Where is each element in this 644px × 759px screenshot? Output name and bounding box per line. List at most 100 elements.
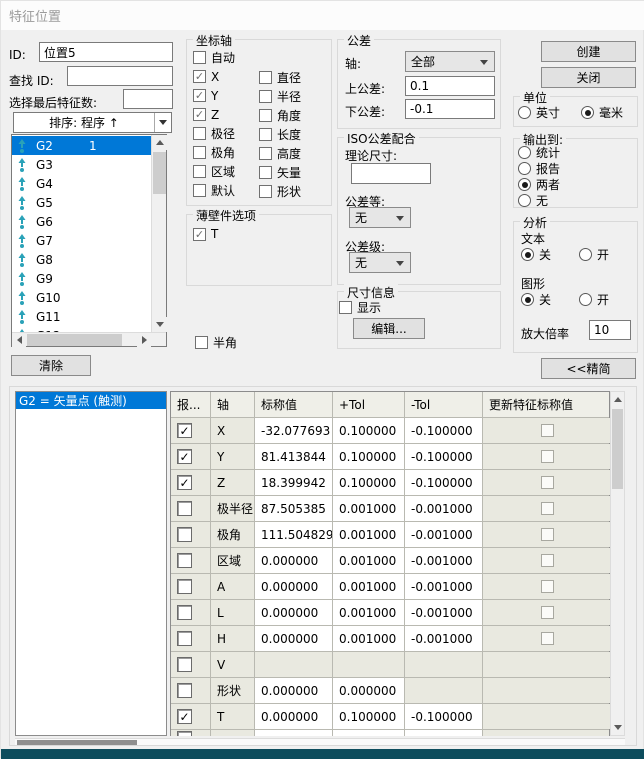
axis-checkbox[interactable]: 矢量: [259, 163, 301, 182]
plus-tol-cell[interactable]: 0.100000: [333, 470, 405, 495]
radio-graph-on[interactable]: 开: [579, 291, 609, 308]
feature-list-item[interactable]: G21: [12, 136, 151, 155]
update-checkbox[interactable]: [541, 632, 554, 645]
update-checkbox[interactable]: [541, 424, 554, 437]
plus-tol-cell[interactable]: 0.001000: [333, 574, 405, 599]
tolerance-axis-select[interactable]: 全部: [405, 51, 495, 72]
table-hscrollbar[interactable]: [15, 738, 625, 745]
feature-list-item[interactable]: G8: [12, 250, 151, 269]
report-checkbox-cell[interactable]: [171, 600, 211, 625]
axis-checkbox[interactable]: 直径: [259, 68, 301, 87]
id-input[interactable]: [39, 42, 173, 62]
report-checkbox-cell[interactable]: [171, 678, 211, 703]
report-checkbox-cell[interactable]: [171, 574, 211, 599]
plus-tol-cell[interactable]: 0.100000: [333, 444, 405, 469]
radio-stats[interactable]: 统计: [518, 144, 560, 161]
minus-tol-cell[interactable]: -0.001000: [405, 522, 483, 547]
axis-checkbox[interactable]: 极径: [193, 124, 235, 143]
feature-list-item[interactable]: G9: [12, 269, 151, 288]
minus-tol-cell[interactable]: -0.100000: [405, 444, 483, 469]
report-checkbox-cell[interactable]: [171, 470, 211, 495]
update-nominal-cell[interactable]: [483, 626, 611, 651]
radio-text-off[interactable]: 关: [521, 246, 551, 263]
update-checkbox[interactable]: [541, 502, 554, 515]
close-button[interactable]: 关闭: [541, 67, 636, 88]
update-nominal-cell[interactable]: [483, 600, 611, 625]
nominal-cell[interactable]: 0.000000: [255, 704, 333, 729]
feature-list-vscrollbar[interactable]: [151, 135, 166, 332]
axis-checkbox[interactable]: 极角: [193, 143, 235, 162]
chevron-down-icon[interactable]: [155, 120, 171, 125]
nominal-cell[interactable]: [255, 652, 333, 677]
scrollbar-thumb[interactable]: [153, 152, 166, 194]
update-nominal-cell[interactable]: [483, 678, 611, 703]
update-nominal-cell[interactable]: [483, 496, 611, 521]
scrollbar-thumb[interactable]: [17, 740, 137, 745]
lower-tol-input[interactable]: [405, 99, 495, 119]
feature-list-item[interactable]: G10: [12, 288, 151, 307]
result-feature-item[interactable]: G2 = 矢量点 (触测): [16, 392, 166, 409]
axis-checkbox[interactable]: 长度: [259, 125, 301, 144]
minus-tol-cell[interactable]: -0.100000: [405, 704, 483, 729]
find-id-input[interactable]: [67, 66, 173, 86]
update-checkbox[interactable]: [541, 528, 554, 541]
plus-tol-cell[interactable]: [333, 652, 405, 677]
radio-graph-off[interactable]: 关: [521, 291, 551, 308]
report-checkbox[interactable]: [177, 501, 192, 516]
report-checkbox-cell[interactable]: [171, 418, 211, 443]
feature-list[interactable]: G21 G3 G4 G5 G6 G7 G8 G9 G10 G11 G12: [11, 134, 167, 347]
tol-grade-select[interactable]: 无: [349, 207, 411, 228]
feature-list-item[interactable]: G11: [12, 307, 151, 326]
update-nominal-cell[interactable]: [483, 652, 611, 677]
minus-tol-cell[interactable]: -0.001000: [405, 600, 483, 625]
radio-text-on[interactable]: 开: [579, 246, 609, 263]
nominal-cell[interactable]: 0.000000: [255, 600, 333, 625]
edit-button[interactable]: 编辑...: [353, 318, 425, 339]
minus-tol-cell[interactable]: -0.100000: [405, 418, 483, 443]
report-checkbox[interactable]: [177, 423, 192, 438]
thin-wall-t-checkbox[interactable]: T: [193, 227, 218, 241]
plus-tol-cell[interactable]: 0.001000: [333, 522, 405, 547]
last-count-input[interactable]: [123, 89, 173, 109]
update-checkbox[interactable]: [541, 450, 554, 463]
scroll-up-icon[interactable]: [611, 392, 624, 407]
report-checkbox[interactable]: [177, 579, 192, 594]
scroll-down-icon[interactable]: [152, 317, 167, 332]
plus-tol-cell[interactable]: 0.001000: [333, 496, 405, 521]
feature-list-item[interactable]: G3: [12, 155, 151, 174]
table-vscrollbar[interactable]: [610, 391, 625, 736]
report-checkbox[interactable]: [177, 449, 192, 464]
plus-tol-cell[interactable]: 0.100000: [333, 704, 405, 729]
radio-inch[interactable]: 英寸: [518, 104, 560, 121]
update-checkbox[interactable]: [541, 606, 554, 619]
radio-mm[interactable]: 毫米: [581, 104, 623, 121]
tol-class-select[interactable]: 无: [349, 252, 411, 273]
feature-list-item[interactable]: G7: [12, 231, 151, 250]
axis-checkbox[interactable]: 角度: [259, 106, 301, 125]
report-checkbox-cell[interactable]: [171, 548, 211, 573]
feature-list-hscrollbar[interactable]: [12, 332, 166, 346]
report-checkbox[interactable]: [177, 475, 192, 490]
plus-tol-cell[interactable]: 0.001000: [333, 548, 405, 573]
report-checkbox[interactable]: [177, 709, 192, 724]
radio-none[interactable]: 无: [518, 192, 548, 209]
update-checkbox[interactable]: [541, 554, 554, 567]
plus-tol-cell[interactable]: 0.001000: [333, 626, 405, 651]
result-feature-list[interactable]: G2 = 矢量点 (触测): [15, 391, 167, 736]
magnify-input[interactable]: [589, 320, 631, 340]
report-checkbox-cell[interactable]: [171, 444, 211, 469]
update-nominal-cell[interactable]: [483, 470, 611, 495]
scroll-up-icon[interactable]: [152, 135, 167, 150]
report-checkbox-cell[interactable]: [171, 652, 211, 677]
report-checkbox[interactable]: [177, 683, 192, 698]
update-nominal-cell[interactable]: [483, 418, 611, 443]
nominal-cell[interactable]: 0.000000: [255, 678, 333, 703]
feature-list-item[interactable]: G6: [12, 212, 151, 231]
update-checkbox[interactable]: [541, 476, 554, 489]
nominal-cell[interactable]: 111.504829: [255, 522, 333, 547]
axis-checkbox[interactable]: 半径: [259, 87, 301, 106]
axis-checkbox[interactable]: 高度: [259, 144, 301, 163]
nominal-cell[interactable]: 81.413844: [255, 444, 333, 469]
clear-button[interactable]: 清除: [11, 355, 91, 376]
theoretical-size-input[interactable]: [351, 163, 431, 184]
